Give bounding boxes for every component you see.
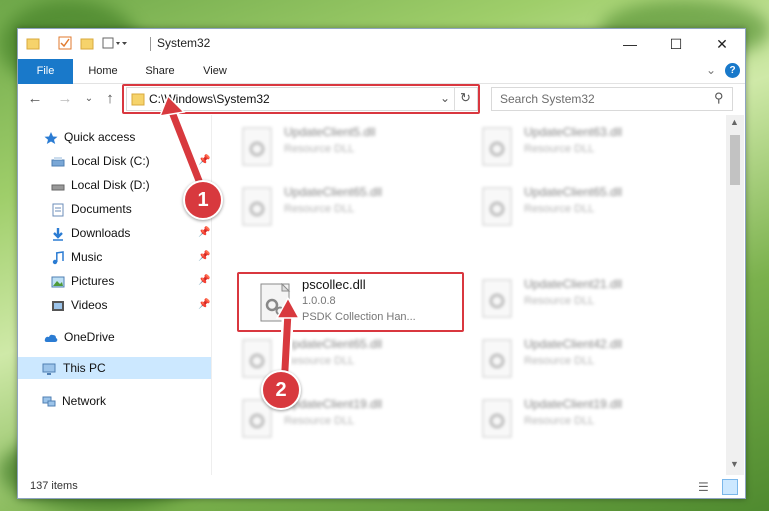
callout-step-1: 1 xyxy=(183,180,223,220)
annotation-arrows xyxy=(158,94,301,394)
callout-step-2: 2 xyxy=(261,370,301,410)
